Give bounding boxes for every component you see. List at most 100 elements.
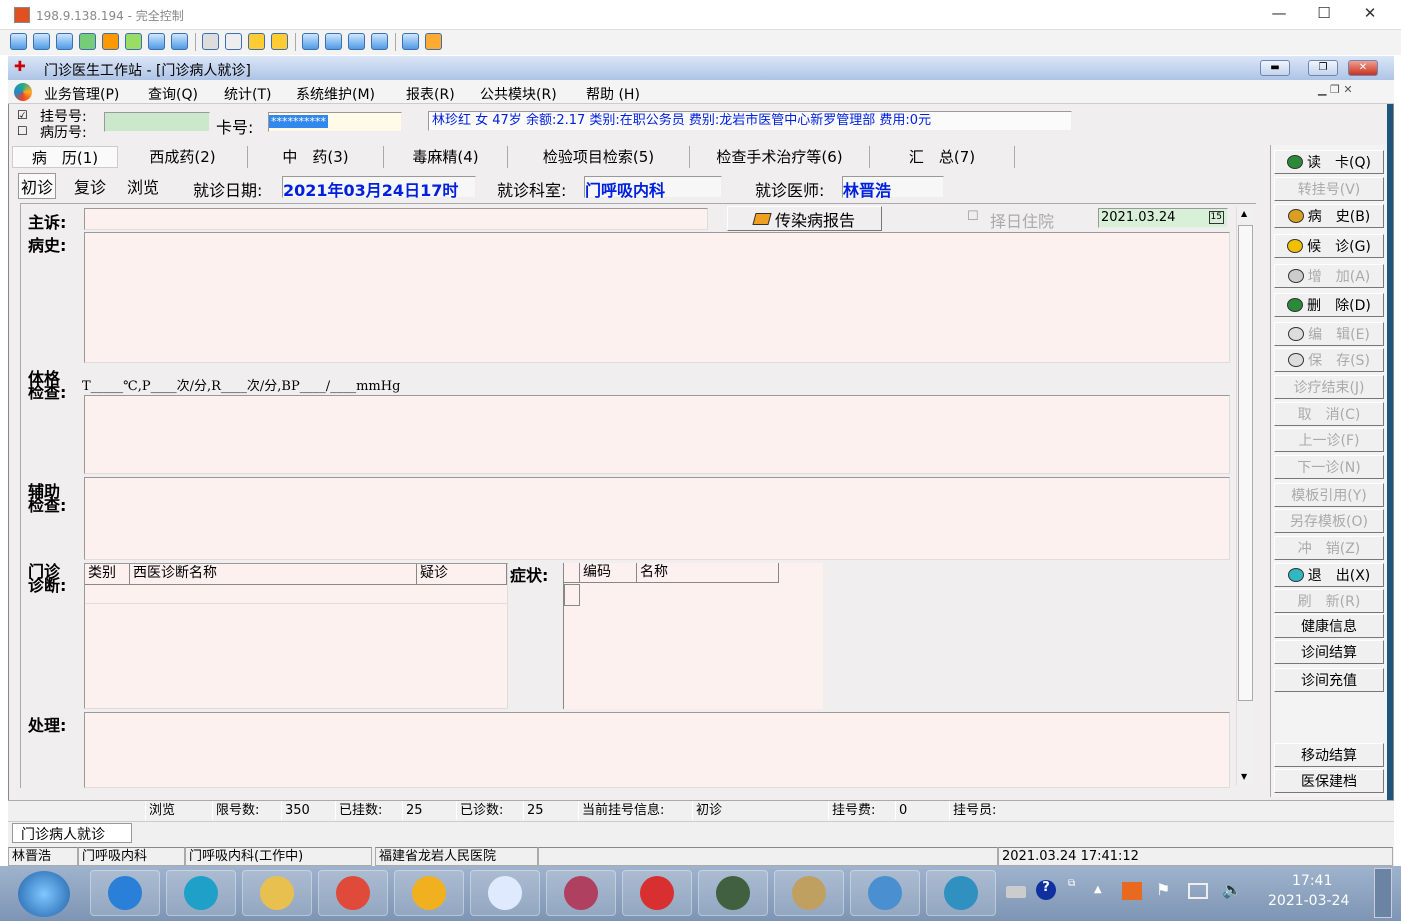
menu-public[interactable]: 公共模块(R) — [480, 84, 557, 104]
monitor-switch-icon[interactable] — [402, 33, 419, 50]
action-button-18[interactable]: 诊间结算 — [1274, 640, 1384, 664]
action-button-6[interactable]: 编 辑(E) — [1274, 322, 1384, 346]
download-icon[interactable] — [202, 33, 219, 50]
menu-stats[interactable]: 统计(T) — [224, 84, 271, 104]
action-button-16[interactable]: 刷 新(R) — [1274, 589, 1384, 613]
taskbar-app-app[interactable] — [470, 870, 540, 916]
window-icon[interactable] — [33, 33, 50, 50]
app-restore-button[interactable]: ❐ — [1308, 60, 1338, 76]
screen-icon[interactable] — [10, 33, 27, 50]
tab-browse[interactable]: 浏览 — [127, 174, 159, 198]
taskbar-app-sql[interactable] — [394, 870, 464, 916]
menu-help[interactable]: 帮助 (H) — [586, 84, 640, 104]
phone-icon[interactable] — [148, 33, 165, 50]
power-icon[interactable] — [102, 33, 119, 50]
transfer-icon[interactable] — [79, 33, 96, 50]
tab-exam-surgery[interactable]: 检查手术治疗等(6) — [690, 146, 870, 168]
doc-tab-visit[interactable]: 门诊病人就诊 — [12, 823, 132, 843]
taskbar-app-snail[interactable] — [622, 870, 692, 916]
scale-icon[interactable] — [371, 33, 388, 50]
symptom-table[interactable]: 编码 名称 — [563, 563, 823, 709]
tab-summary[interactable]: 汇 总(7) — [870, 146, 1015, 168]
taskbar-app-explorer[interactable] — [242, 870, 312, 916]
keyboard-icon[interactable] — [1006, 886, 1026, 898]
infectious-report-button[interactable]: 传染病报告 — [727, 206, 882, 231]
taskbar-app-ie[interactable] — [90, 870, 160, 916]
clock-time[interactable]: 17:41 — [1292, 873, 1332, 889]
tab-narcotics[interactable]: 毒麻精(4) — [384, 146, 508, 168]
window-mode-icon[interactable] — [302, 33, 319, 50]
taskbar-app-edge[interactable] — [166, 870, 236, 916]
taskbar-app-monitor[interactable] — [698, 870, 768, 916]
menu-business[interactable]: 业务管理(P) — [44, 84, 119, 104]
treatment-textarea[interactable] — [84, 712, 1230, 788]
scroll-up-icon[interactable]: ▲ — [1241, 209, 1247, 218]
start-button[interactable] — [18, 871, 70, 917]
tools-icon[interactable] — [425, 33, 442, 50]
action-button-15[interactable]: 退 出(X) — [1274, 563, 1384, 587]
taskbar-app-user[interactable] — [774, 870, 844, 916]
message-icon[interactable] — [171, 33, 188, 50]
reg-no-checkbox[interactable]: ☑ — [17, 108, 28, 122]
clock-date[interactable]: 2021-03-24 — [1268, 893, 1349, 909]
taskbar-app-database[interactable] — [546, 870, 616, 916]
action-button-14[interactable]: 冲 销(Z) — [1274, 536, 1384, 560]
action-button-17[interactable]: 健康信息 — [1274, 614, 1384, 638]
show-desktop-button[interactable] — [1374, 868, 1392, 918]
action-button-13[interactable]: 另存模板(O) — [1274, 509, 1384, 533]
action-button-5[interactable]: 删 除(D) — [1274, 293, 1384, 317]
restore-icon[interactable]: ⧉ — [1068, 878, 1075, 889]
remote-tray-icon[interactable] — [1122, 882, 1142, 900]
fullscreen-icon[interactable] — [348, 33, 365, 50]
action-button-20[interactable]: 移动结算 — [1274, 743, 1384, 767]
keys-icon[interactable] — [225, 33, 242, 50]
volume-icon[interactable]: 🔈 — [1222, 880, 1242, 899]
scroll-thumb[interactable] — [1238, 225, 1253, 701]
exam-textarea[interactable] — [84, 395, 1230, 474]
history-textarea[interactable] — [84, 232, 1230, 363]
table-row[interactable] — [85, 585, 507, 604]
calendar-icon[interactable]: 15 — [1208, 211, 1224, 224]
menu-report[interactable]: 报表(R) — [406, 84, 455, 104]
action-button-12[interactable]: 模板引用(Y) — [1274, 483, 1384, 507]
tab-lab-search[interactable]: 检验项目检索(5) — [508, 146, 690, 168]
taskbar-app-network[interactable] — [850, 870, 920, 916]
show-hidden-icon[interactable]: ▲ — [1094, 884, 1102, 895]
action-button-10[interactable]: 上一诊(F) — [1274, 428, 1384, 452]
card-input[interactable]: ********** — [268, 112, 402, 132]
admit-checkbox[interactable]: ☐ — [967, 209, 979, 224]
aux-exam-textarea[interactable] — [84, 477, 1230, 560]
tab-return-visit[interactable]: 复诊 — [74, 174, 106, 198]
taskbar-app-chrome[interactable] — [318, 870, 388, 916]
maximize-button[interactable]: ☐ — [1309, 4, 1339, 22]
close-button[interactable]: ✕ — [1355, 4, 1385, 22]
action-button-8[interactable]: 诊疗结束(J) — [1274, 375, 1384, 399]
minimize-button[interactable]: — — [1264, 4, 1294, 22]
action-center-flag-icon[interactable]: ⚑ — [1156, 880, 1170, 899]
scroll-down-icon[interactable]: ▼ — [1241, 772, 1247, 781]
tab-chinese-med[interactable]: 中 药(3) — [248, 146, 384, 168]
table-row[interactable] — [564, 584, 580, 606]
action-button-2[interactable]: 病 史(B) — [1274, 204, 1384, 228]
action-button-19[interactable]: 诊间充值 — [1274, 668, 1384, 692]
form-scrollbar[interactable]: ▲ ▼ — [1236, 207, 1254, 785]
action-button-4[interactable]: 增 加(A) — [1274, 264, 1384, 288]
network-icon[interactable] — [1188, 883, 1208, 899]
admit-date-picker[interactable]: 2021.03.24 15 — [1098, 208, 1228, 228]
action-button-0[interactable]: 读 卡(Q) — [1274, 150, 1384, 174]
app-minimize-button[interactable]: ▬ — [1260, 60, 1290, 76]
mdi-controls[interactable]: ▁ ❐ ✕ — [1318, 83, 1353, 96]
terminal-icon[interactable] — [56, 33, 73, 50]
menu-system[interactable]: 系统维护(M) — [296, 84, 375, 104]
action-button-1[interactable]: 转挂号(V) — [1274, 177, 1384, 201]
action-button-21[interactable]: 医保建档 — [1274, 769, 1384, 793]
fit-screen-icon[interactable] — [325, 33, 342, 50]
chat-icon[interactable] — [125, 33, 142, 50]
clipboard-out-icon[interactable] — [271, 33, 288, 50]
reg-no-input[interactable] — [104, 112, 210, 132]
tab-record[interactable]: 病 历(1) — [12, 146, 118, 168]
tab-first-visit[interactable]: 初诊 — [18, 173, 57, 199]
action-button-9[interactable]: 取 消(C) — [1274, 402, 1384, 426]
action-button-7[interactable]: 保 存(S) — [1274, 348, 1384, 372]
clipboard-in-icon[interactable] — [248, 33, 265, 50]
